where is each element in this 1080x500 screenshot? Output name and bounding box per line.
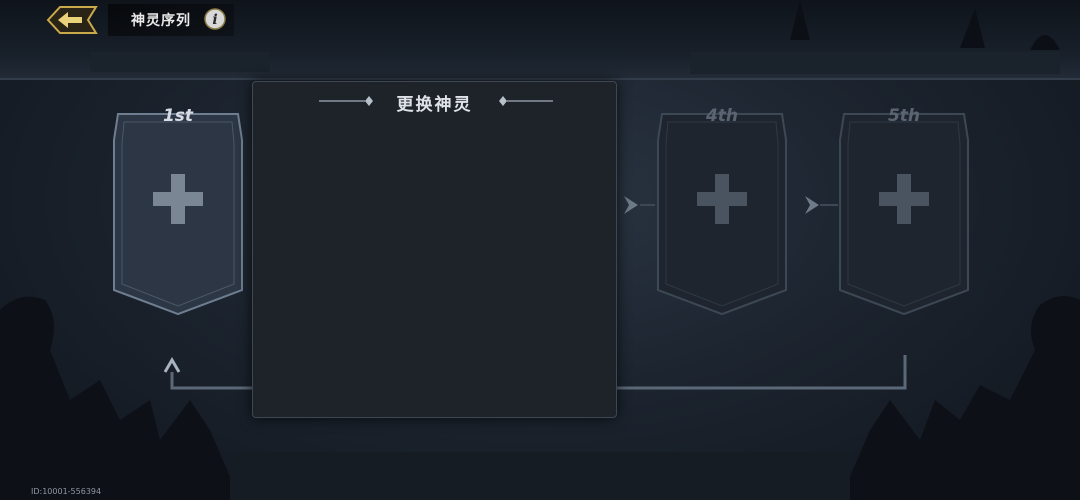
slot-label: 5th [887,106,921,126]
title-ornament-right [499,96,553,106]
rock-silhouette-right [840,296,1080,500]
slot-5th[interactable]: 5th [834,100,974,318]
game-screen: 神灵序列 i 1st 4th 5th 更换神灵 ID:10001-556394 [0,0,1080,500]
slot-card-frame [113,113,243,316]
up-arrow-icon [163,357,181,373]
replace-deity-panel[interactable]: 更换神灵 [252,81,617,418]
rock-silhouette-left [0,296,240,500]
slot-card-frame [657,113,787,316]
slot-card-frame [839,113,969,316]
slot-label: 1st [162,106,194,126]
player-id: ID:10001-556394 [31,487,102,496]
panel-title: 更换神灵 [396,95,473,115]
slot-label: 4th [705,106,739,126]
slot-1st[interactable]: 1st [108,100,248,318]
slot-4th[interactable]: 4th [652,100,792,318]
